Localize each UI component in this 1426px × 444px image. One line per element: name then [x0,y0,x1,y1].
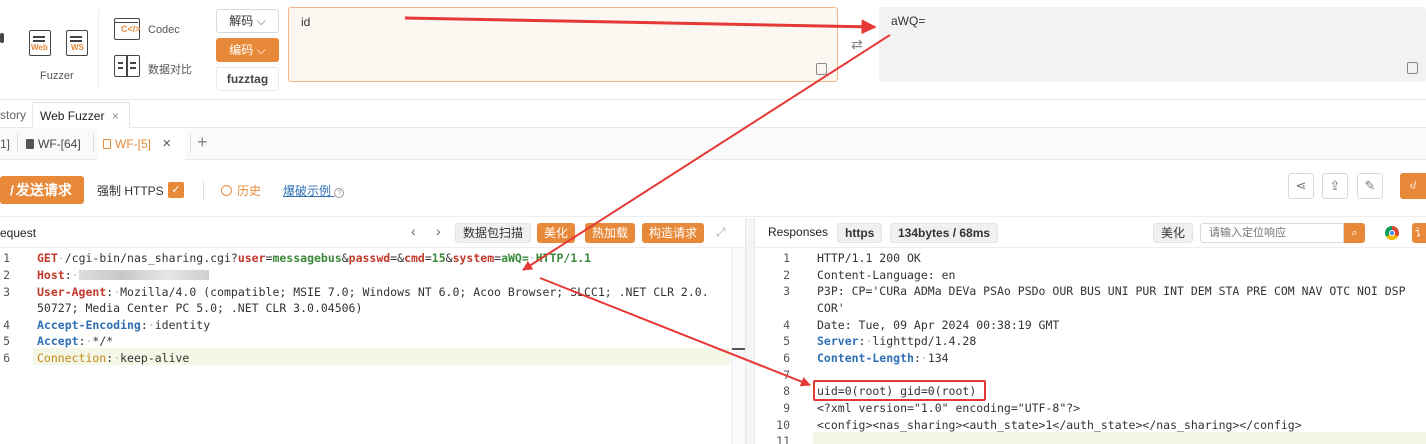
arrow-output-to-request [522,34,891,271]
arrow-request-to-response [539,277,811,387]
arrow-input-to-output [404,16,877,35]
annotation-arrows [404,16,891,387]
